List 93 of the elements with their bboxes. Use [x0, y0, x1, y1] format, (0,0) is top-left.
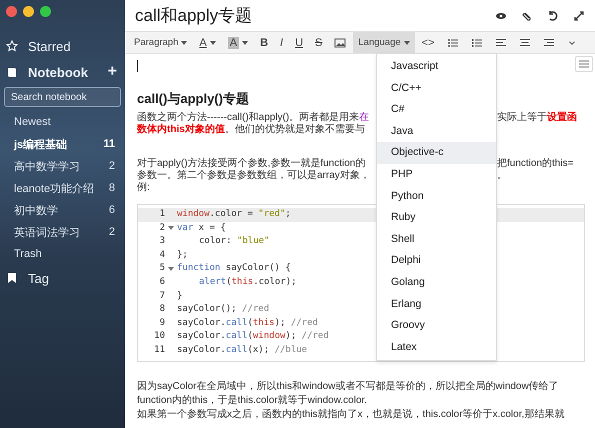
- language-option[interactable]: C/C++: [377, 78, 496, 100]
- close-icon[interactable]: [6, 6, 17, 17]
- code-line: sayColor.call(this); //red: [177, 316, 318, 330]
- notebook-item[interactable]: js编程基础 11: [0, 133, 125, 155]
- line-number: 7: [158, 290, 166, 303]
- paragraph-text: 参数一。第二个参数是参数数组，可以是array对象，: [137, 170, 371, 182]
- color-button[interactable]: A: [194, 32, 221, 53]
- code-line: window.color = "red";: [177, 208, 291, 221]
- language-option[interactable]: PHP: [377, 164, 496, 186]
- language-option[interactable]: Latex: [377, 336, 496, 358]
- code-line: }: [177, 290, 182, 303]
- code-line: sayColor.call(window); //red: [177, 330, 329, 344]
- star-icon: [6, 40, 18, 52]
- language-option[interactable]: Delphi: [377, 250, 496, 272]
- code-line: alert(this.color);: [198, 276, 297, 289]
- paragraph-text: 例:: [137, 182, 151, 194]
- language-option[interactable]: Javascript: [377, 56, 496, 78]
- paragraph-text: 。: [497, 170, 507, 182]
- minimize-icon[interactable]: [23, 6, 34, 17]
- tag-link[interactable]: Tag: [28, 270, 119, 286]
- paragraph-text: 如果第一个参数写成x之后，函数内的this就指向了x，也就是说，this.color等价于x.color,那结果就: [137, 408, 566, 422]
- strike-button[interactable]: S: [310, 32, 328, 53]
- paragraph-text: 函数之两个方法------call()和apply()。两者都是用来在: [137, 112, 370, 124]
- add-notebook-button[interactable]: +: [108, 63, 117, 81]
- highlight-button[interactable]: A: [222, 32, 254, 53]
- line-number: 11: [153, 344, 166, 357]
- align-center-icon[interactable]: [518, 36, 531, 48]
- align-left-icon[interactable]: [494, 36, 507, 48]
- align-right-icon[interactable]: [542, 36, 555, 48]
- language-option[interactable]: Python: [377, 186, 496, 208]
- language-option[interactable]: Shell: [377, 228, 496, 250]
- note-heading: call()与apply()专题: [137, 90, 250, 108]
- fold-caret-icon[interactable]: [168, 226, 174, 230]
- notebook-item[interactable]: 初中数学 6: [0, 199, 125, 221]
- code-line: color: "blue": [198, 235, 270, 248]
- fold-caret-icon[interactable]: [168, 267, 174, 272]
- line-number: 9: [158, 316, 166, 330]
- language-option[interactable]: Groovy: [377, 315, 496, 337]
- caret-icon: [181, 40, 188, 44]
- text-cursor: [137, 60, 138, 72]
- notebook-item[interactable]: 高中数学学习 2: [0, 155, 125, 177]
- language-option[interactable]: C#: [377, 99, 496, 121]
- language-option[interactable]: Java: [377, 120, 496, 142]
- code-line: var x = {: [177, 222, 226, 235]
- line-number: 8: [158, 303, 166, 316]
- caret-icon: [210, 40, 216, 44]
- paragraph-text: 把function的this=: [497, 158, 574, 170]
- starred-link[interactable]: Starred: [28, 38, 119, 54]
- caret-icon: [242, 40, 248, 44]
- code-line: };: [177, 248, 188, 262]
- language-option[interactable]: Objective-c: [377, 142, 496, 164]
- italic-button[interactable]: I: [275, 32, 288, 53]
- notebook-item[interactable]: Trash: [0, 243, 125, 265]
- line-number: 6: [158, 276, 166, 289]
- paragraph-text: function内的this，于是this.color就等于window.color.: [137, 394, 368, 408]
- caret-icon: [404, 40, 410, 44]
- book-icon: [6, 66, 18, 78]
- code-line: sayColor.call(x); //blue: [177, 344, 308, 357]
- language-option[interactable]: Ruby: [377, 207, 496, 229]
- line-number: 4: [158, 248, 166, 262]
- image-icon[interactable]: [334, 36, 346, 48]
- line-number: 2: [158, 222, 166, 235]
- paragraph-text: 实际上等于设置函: [497, 112, 577, 124]
- expand-icon[interactable]: [573, 10, 585, 22]
- numbered-list-icon[interactable]: [470, 36, 483, 48]
- dropdown-button[interactable]: Language: [353, 32, 415, 53]
- notebook-item[interactable]: leanote功能介绍 8: [0, 177, 125, 199]
- notebook-item[interactable]: 英语词法学习 2: [0, 221, 125, 243]
- language-option[interactable]: Golang: [377, 272, 496, 294]
- history-icon[interactable]: [547, 10, 559, 22]
- line-number: 1: [158, 208, 166, 221]
- bookmark-icon: [6, 272, 18, 284]
- line-number: 5: [158, 262, 166, 276]
- underline-button[interactable]: U: [290, 32, 308, 53]
- note-title[interactable]: call和apply专题: [135, 4, 495, 27]
- dropdown-button[interactable]: Paragraph: [129, 32, 192, 53]
- code-line: sayColor(); //red: [177, 303, 270, 316]
- maximize-icon[interactable]: [40, 6, 51, 17]
- line-number: 10: [153, 330, 166, 344]
- search-field[interactable]: Search notebook: [4, 87, 121, 107]
- paperclip-icon[interactable]: [521, 10, 533, 22]
- notebook-heading[interactable]: Notebook: [28, 64, 98, 80]
- code-line: function sayColor() {: [177, 262, 291, 276]
- paragraph-text: 数体内this对象的值。他们的优势就是对象不需要与: [137, 124, 366, 136]
- menu-icon[interactable]: [575, 56, 593, 72]
- bold-button[interactable]: B: [255, 32, 274, 53]
- notebook-item[interactable]: Newest: [0, 111, 125, 133]
- language-option[interactable]: Erlang: [377, 294, 496, 316]
- paragraph-text: 因为sayColor在全局域中，所以this和window或者不写都是等价的，所以把全局的window传给了: [137, 380, 560, 394]
- paragraph-text: 对于apply()方法接受两个参数,参数一就是function的: [137, 158, 366, 170]
- line-number: 3: [158, 235, 166, 248]
- text-button[interactable]: <>: [416, 32, 440, 53]
- bullet-list-icon[interactable]: [446, 36, 459, 48]
